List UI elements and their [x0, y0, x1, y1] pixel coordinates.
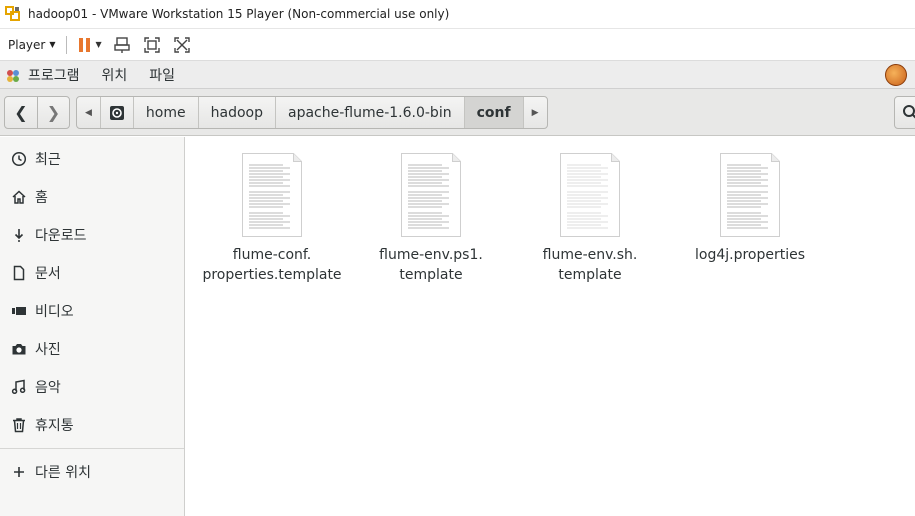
clock-icon — [11, 151, 27, 167]
file-name-line: flume-env.sh. — [542, 247, 638, 263]
sidebar-item-label: 최근 — [35, 152, 61, 168]
sidebar-item-label: 음악 — [35, 380, 61, 396]
document-icon — [11, 265, 27, 281]
vmware-title-bar: hadoop01 - VMware Workstation 15 Player … — [0, 0, 915, 29]
file-grid: flume-conf. properties.template flume-en… — [186, 137, 915, 516]
path-segment-conf[interactable]: conf — [463, 97, 523, 128]
text-file-icon — [720, 153, 780, 237]
text-file-icon — [560, 153, 620, 237]
player-label: Player — [8, 37, 46, 52]
applications-icon — [6, 68, 20, 82]
sidebar-item-other-locations[interactable]: 다른 위치 — [0, 454, 184, 490]
path-segment-home[interactable]: home — [132, 97, 198, 128]
toolbar-separator — [65, 35, 67, 54]
home-icon — [11, 189, 27, 205]
sidebar: 최근 홈 다운로드 문서 비디오 사진 음악 휴지통 다른 위치 — [0, 137, 185, 516]
download-icon — [11, 227, 27, 243]
pause-dropdown-icon[interactable]: ▼ — [96, 40, 102, 49]
text-file-icon — [401, 153, 461, 237]
sidebar-item-label: 문서 — [35, 266, 61, 282]
triangle-right-icon: ▶ — [531, 107, 539, 118]
path-segment-hadoop[interactable]: hadoop — [197, 97, 275, 128]
send-ctrl-alt-del-icon[interactable] — [112, 35, 132, 55]
chevron-left-icon: ❮ — [14, 103, 28, 122]
path-bar: ◀ home hadoop apache-flume-1.6.0-bin con… — [76, 96, 548, 129]
file-item-flume-env-sh[interactable]: flume-env.sh. template — [510, 153, 670, 285]
file-item-flume-env-ps1[interactable]: flume-env.ps1. template — [351, 153, 511, 285]
vmware-app-icon — [5, 5, 23, 23]
music-icon — [11, 379, 27, 395]
forward-button[interactable]: ❯ — [37, 97, 69, 128]
fullscreen-icon[interactable] — [142, 35, 162, 55]
drive-icon — [109, 105, 124, 120]
sidebar-item-music[interactable]: 음악 — [0, 369, 184, 405]
search-button[interactable] — [894, 96, 915, 129]
sidebar-item-downloads[interactable]: 다운로드 — [0, 217, 184, 253]
file-name-line: flume-env.ps1. — [379, 247, 483, 263]
search-icon — [903, 105, 915, 119]
file-item-log4j-properties[interactable]: log4j.properties — [670, 153, 830, 265]
unity-icon[interactable] — [172, 35, 192, 55]
back-button[interactable]: ❮ — [5, 97, 37, 128]
vmware-toolbar: Player ▼ ▼ — [0, 29, 915, 61]
sidebar-divider — [0, 448, 184, 449]
files-menu[interactable]: 파일 — [149, 65, 175, 85]
sidebar-item-label: 비디오 — [35, 304, 74, 320]
trash-icon — [11, 417, 27, 433]
path-segment-flume[interactable]: apache-flume-1.6.0-bin — [274, 97, 464, 128]
path-scroll-left-button[interactable]: ◀ — [77, 97, 100, 128]
player-menu-button[interactable]: Player ▼ — [8, 38, 56, 52]
sidebar-item-label: 다운로드 — [35, 228, 87, 244]
sidebar-item-documents[interactable]: 문서 — [0, 255, 184, 291]
file-name-line: log4j.properties — [694, 247, 806, 263]
file-item-flume-conf[interactable]: flume-conf. properties.template — [192, 153, 352, 285]
file-manager-header: ❮ ❯ ◀ home hadoop apache-flume-1.6.0-bin… — [0, 89, 915, 136]
window-title: hadoop01 - VMware Workstation 15 Player … — [28, 7, 450, 21]
gnome-top-bar: 프로그램 위치 파일 — [0, 61, 915, 89]
video-icon — [11, 303, 27, 319]
path-root-button[interactable] — [99, 97, 133, 128]
sidebar-item-home[interactable]: 홈 — [0, 179, 184, 215]
sidebar-item-recent[interactable]: 최근 — [0, 141, 184, 177]
sidebar-item-videos[interactable]: 비디오 — [0, 293, 184, 329]
sidebar-item-label: 휴지통 — [35, 418, 74, 434]
text-file-icon — [242, 153, 302, 237]
file-name-line: flume-conf. — [232, 247, 312, 263]
plus-icon — [11, 464, 27, 480]
sidebar-item-pictures[interactable]: 사진 — [0, 331, 184, 367]
chevron-down-icon: ▼ — [49, 40, 56, 49]
chevron-right-icon: ❯ — [46, 103, 61, 122]
path-scroll-right-button[interactable]: ▶ — [522, 97, 547, 128]
places-menu[interactable]: 위치 — [102, 65, 128, 85]
sidebar-item-label: 홈 — [35, 190, 48, 206]
sidebar-item-label: 사진 — [35, 342, 61, 358]
vmware-tools-icon[interactable] — [885, 64, 907, 86]
pause-icon[interactable] — [78, 37, 90, 52]
sidebar-item-trash[interactable]: 휴지통 — [0, 407, 184, 443]
sidebar-item-label: 다른 위치 — [35, 465, 91, 481]
triangle-left-icon: ◀ — [85, 107, 92, 118]
file-name-line: template — [558, 267, 622, 283]
file-name-line: properties.template — [202, 267, 342, 283]
camera-icon — [11, 341, 27, 357]
file-name-line: template — [399, 267, 463, 283]
applications-menu[interactable]: 프로그램 — [28, 65, 80, 85]
navigation-buttons: ❮ ❯ — [4, 96, 70, 129]
